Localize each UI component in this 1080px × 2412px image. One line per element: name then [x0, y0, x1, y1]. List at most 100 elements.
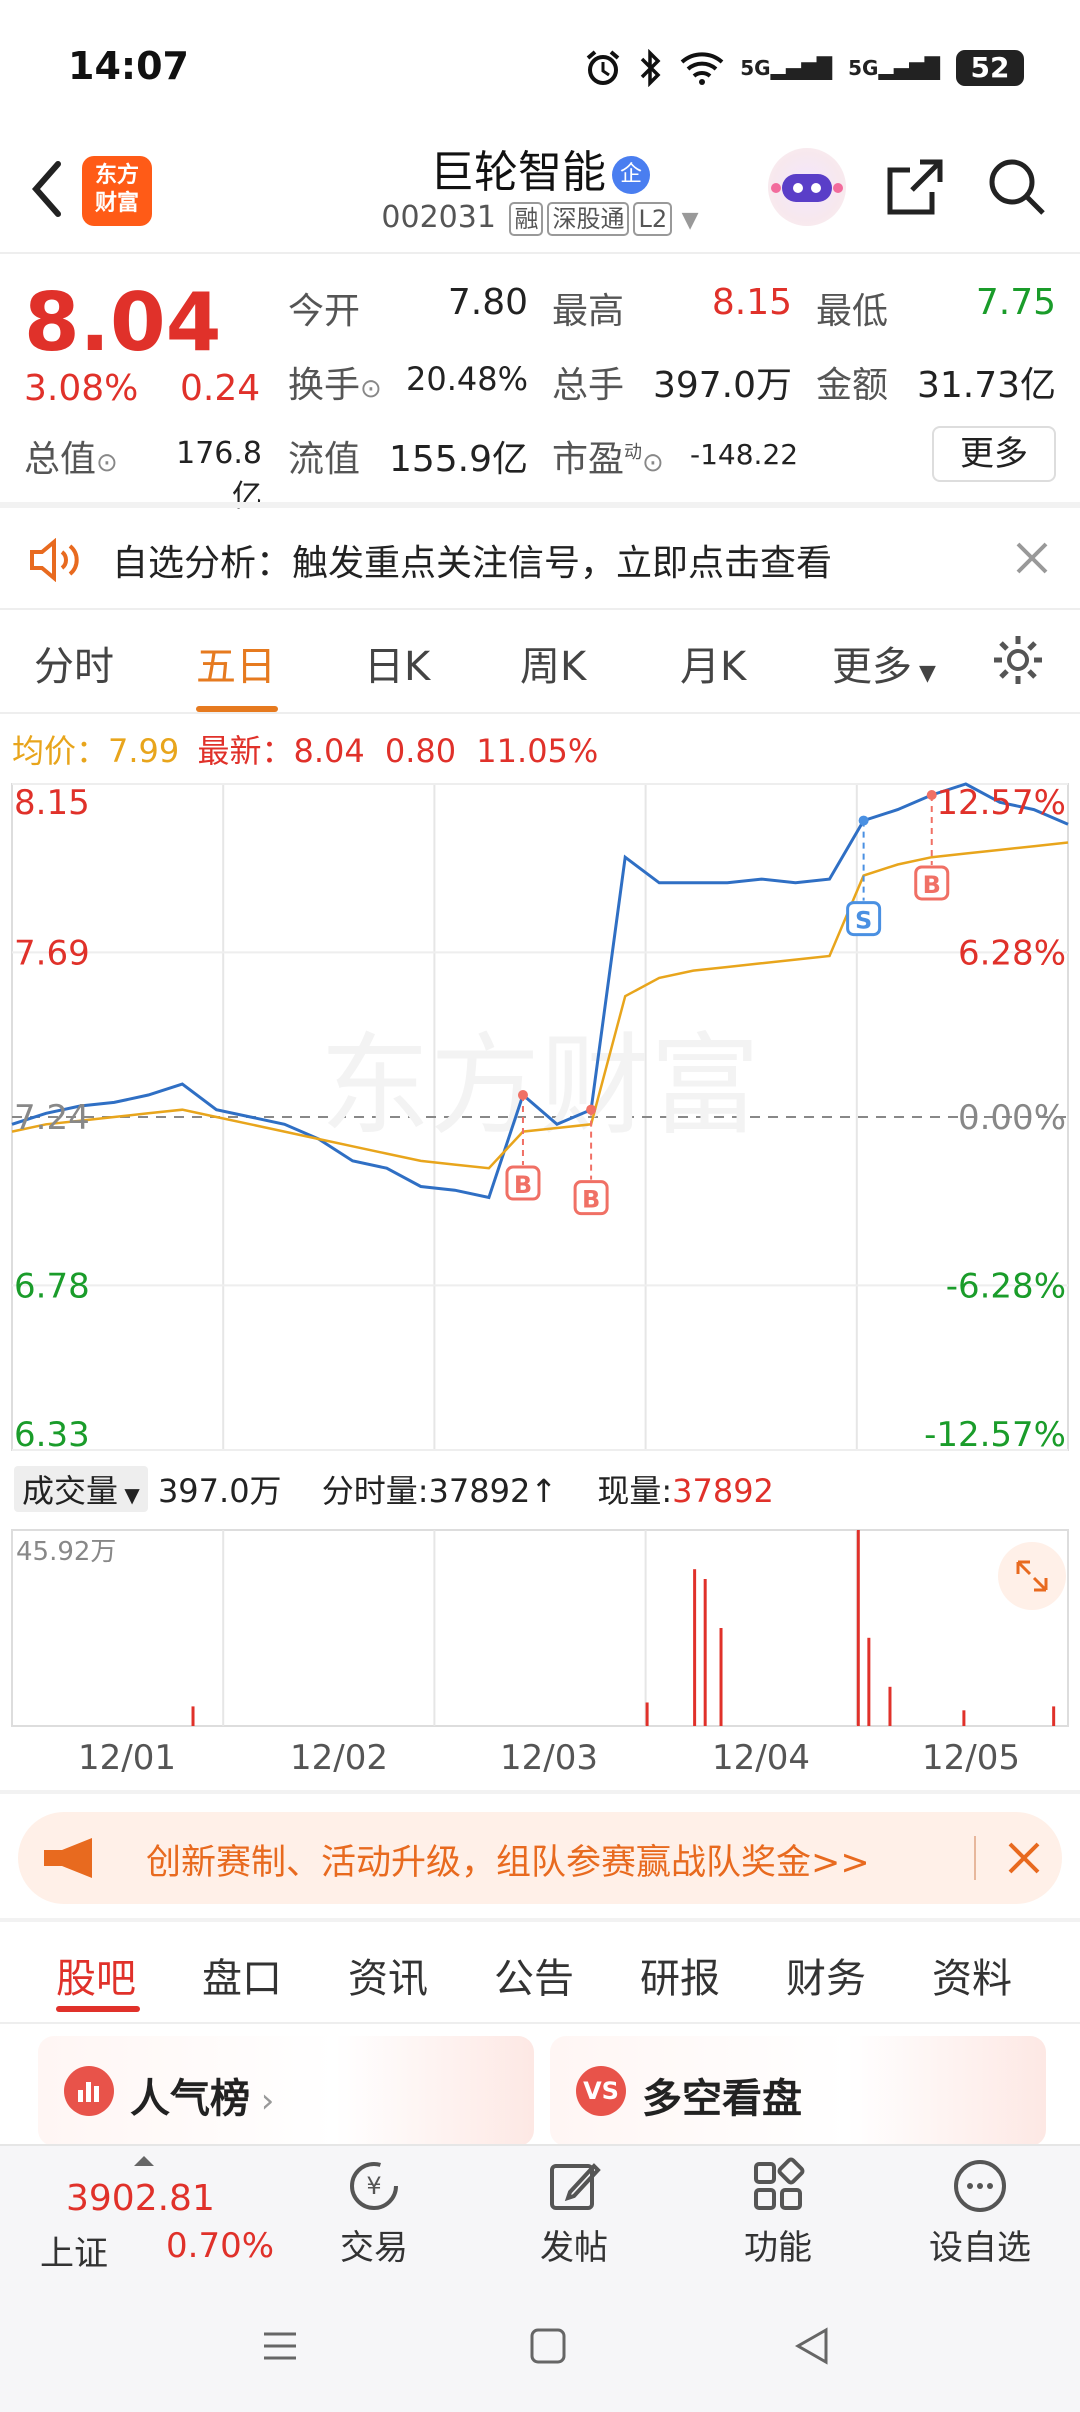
percent-tick-label: -12.57% — [924, 1415, 1066, 1455]
price-summary: 均价：7.99 最新：8.04 0.80 11.05% — [12, 726, 598, 772]
functions-label: 功能 — [744, 2228, 812, 2268]
close-icon[interactable] — [1002, 1836, 1046, 1880]
volume-bar — [703, 1579, 707, 1726]
close-icon[interactable] — [1012, 538, 1052, 578]
popularity-icon — [64, 2066, 114, 2116]
speaker-icon — [30, 538, 79, 582]
date-label: 12/02 — [290, 1738, 388, 1778]
date-axis: 12/01 12/02 12/03 12/04 12/05 — [0, 1738, 1080, 1788]
functions-button[interactable]: 功能 — [708, 2156, 848, 2269]
date-label: 12/03 — [500, 1738, 598, 1778]
settings-icon[interactable] — [990, 632, 1046, 688]
tab-research[interactable]: 研报 — [640, 1946, 720, 2004]
trade-icon: ¥ — [350, 2162, 398, 2210]
system-nav-bar — [0, 2282, 1080, 2412]
tab-forum[interactable]: 股吧 — [56, 1946, 136, 2004]
bar-volume-value: 37892↑ — [428, 1472, 558, 1510]
expand-icon[interactable] — [998, 1542, 1066, 1610]
search-icon[interactable] — [984, 154, 1050, 220]
now-volume-label: 现量: — [597, 1472, 673, 1510]
date-label: 12/05 — [922, 1738, 1020, 1778]
tab-more[interactable]: 更多 ▼ — [832, 634, 936, 692]
latest-label: 最新： — [197, 732, 294, 770]
volume-bar — [191, 1706, 195, 1726]
menu-icon[interactable] — [260, 2326, 300, 2366]
volume-label: 总手 — [552, 365, 625, 406]
trade-button[interactable]: ¥ 交易 — [304, 2156, 444, 2269]
tab-profile[interactable]: 资料 — [932, 1946, 1012, 2004]
status-bar: 14:07 5G▂▄▆█ 5G▂▄▆█ 52 — [0, 0, 1080, 130]
tab-daily-k[interactable]: 日K — [364, 634, 430, 692]
signal-label: B — [923, 871, 941, 899]
divider — [0, 2022, 1080, 2024]
enterprise-badge: 企 — [612, 156, 650, 194]
more-button[interactable]: 更多 — [932, 426, 1056, 482]
versus-icon: VS — [576, 2066, 626, 2116]
open-value: 7.80 — [447, 282, 528, 323]
high-label: 最高 — [552, 291, 625, 332]
volume-bar — [645, 1702, 649, 1726]
tab-five-day[interactable]: 五日 — [196, 634, 276, 692]
pe-value: -148.22 — [690, 438, 799, 471]
long-short-card[interactable]: VS 多空看盘 — [550, 2036, 1046, 2146]
alert-banner[interactable]: 自选分析：触发重点关注信号，立即点击查看 — [0, 508, 1080, 608]
volume-total: 397.0万 — [157, 1472, 282, 1510]
post-label: 发帖 — [540, 2228, 608, 2268]
change-amount: 0.24 — [180, 368, 261, 409]
latest-value: 8.04 — [293, 732, 365, 770]
volume-bar — [693, 1569, 697, 1726]
caret-up-icon — [134, 2156, 154, 2166]
volume-bar — [856, 1530, 860, 1726]
back-nav-icon[interactable] — [792, 2326, 832, 2366]
volume-bar — [962, 1710, 966, 1726]
signal-icon: 5G▂▄▆█ — [740, 56, 833, 80]
post-button[interactable]: 发帖 — [504, 2156, 644, 2269]
bottom-toolbar: 3902.81 上证 0.70% ¥ 交易 发帖 功能 设自选 — [0, 2144, 1080, 2282]
volume-bar — [888, 1686, 892, 1726]
signal-label: B — [514, 1171, 532, 1199]
price-tick-label: 6.33 — [14, 1415, 90, 1455]
stock-header: 东方 财富 巨轮智能企 002031 融深股通 L2 ▼ — [0, 130, 1080, 254]
status-icons: 5G▂▄▆█ 5G▂▄▆█ 52 — [584, 46, 1024, 90]
change-percent: 3.08% — [24, 368, 139, 409]
volume-bar — [867, 1637, 871, 1726]
volume-info: 成交量 ▼ 397.0万 分时量:37892↑ 现量:37892 — [14, 1466, 774, 1512]
price-tick-label: 7.24 — [14, 1098, 90, 1138]
share-icon[interactable] — [882, 154, 948, 220]
signal-icon-2: 5G▂▄▆█ — [848, 56, 940, 80]
add-watchlist-button[interactable]: 设自选 — [910, 2156, 1050, 2269]
battery-icon: 52 — [956, 50, 1024, 86]
info-tabs: 股吧 盘口 资讯 公告 研报 财务 资料 — [0, 1922, 1080, 2022]
home-icon[interactable] — [528, 2326, 568, 2366]
tab-news[interactable]: 资讯 — [348, 1946, 428, 2004]
tab-monthly-k[interactable]: 月K — [680, 634, 746, 692]
ai-assistant-icon[interactable] — [768, 148, 846, 226]
edit-icon — [550, 2163, 601, 2210]
float-label: 流值 — [288, 439, 361, 480]
pe-label: 市盈动⊙ — [552, 439, 664, 480]
promo-banner[interactable]: 创新赛制、活动升级，组队参赛赢战队奖金>> — [18, 1812, 1062, 1904]
tab-intraday[interactable]: 分时 — [34, 634, 114, 692]
tab-announcements[interactable]: 公告 — [494, 1946, 574, 2004]
popularity-title: 人气榜 › — [130, 2076, 275, 2122]
low-value: 7.75 — [975, 282, 1056, 323]
tab-orderbook[interactable]: 盘口 — [202, 1946, 282, 2004]
five-day-chart[interactable]: 东方财富 BBSB 8.15 12.57%7.69 6.28%7.24 0.00%6.… — [0, 774, 1080, 1734]
amount-label: 金额 — [816, 365, 889, 406]
latest-percent: 11.05% — [476, 732, 599, 770]
bluetooth-icon — [641, 49, 661, 87]
low-label: 最低 — [816, 291, 889, 332]
index-value: 3902.81 — [66, 2178, 215, 2219]
margin-tag: 融 — [509, 202, 544, 236]
bar-volume-label: 分时量: — [321, 1472, 429, 1510]
percent-tick-label: 12.57% — [936, 783, 1066, 823]
indicator-select[interactable]: 成交量 ▼ — [14, 1466, 148, 1512]
signal-label: S — [855, 907, 872, 935]
popularity-card[interactable]: 人气榜 › — [38, 2036, 534, 2146]
status-time: 14:07 — [68, 44, 189, 88]
tab-indicator — [56, 2006, 140, 2012]
tab-finance[interactable]: 财务 — [786, 1946, 866, 2004]
add-watchlist-label: 设自选 — [929, 2228, 1031, 2268]
volume-max-label: 45.92万 — [16, 1537, 116, 1567]
tab-weekly-k[interactable]: 周K — [520, 634, 586, 692]
